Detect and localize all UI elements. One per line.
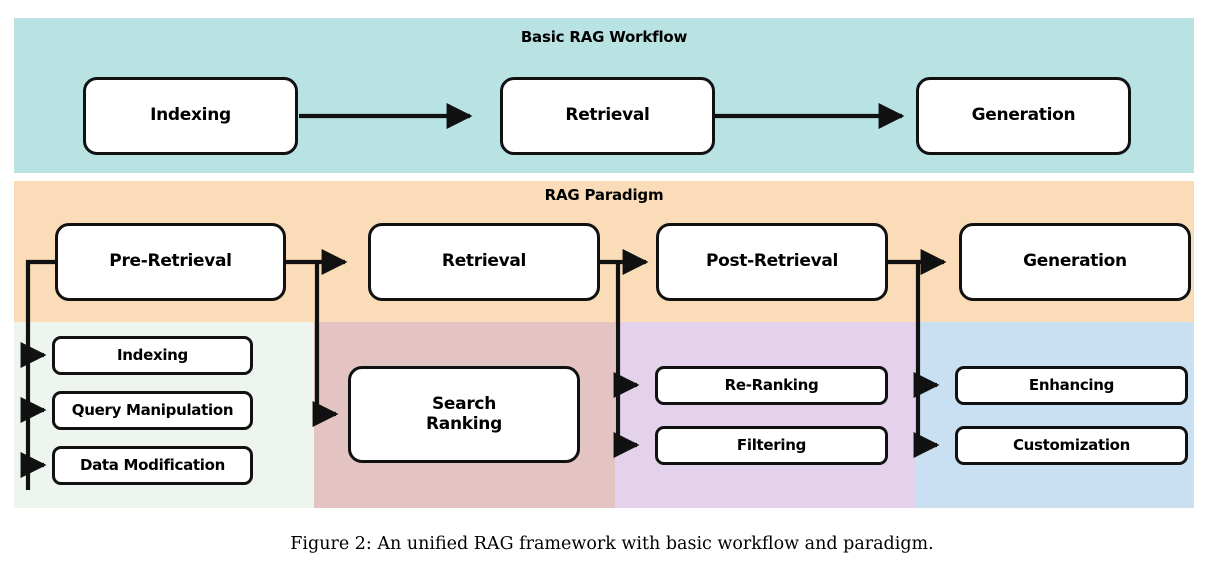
node-re-ranking[interactable]: Re-Ranking [655, 366, 888, 405]
node-customization[interactable]: Customization [955, 426, 1188, 465]
section-title-rag-paradigm: RAG Paradigm [544, 186, 664, 204]
node-filtering[interactable]: Filtering [655, 426, 888, 465]
node-search-ranking[interactable]: Search Ranking [348, 366, 580, 463]
node-retrieval[interactable]: Retrieval [368, 223, 600, 301]
node-query-manipulation[interactable]: Query Manipulation [52, 391, 253, 430]
node-enhancing[interactable]: Enhancing [955, 366, 1188, 405]
lane-post-retrieval [615, 322, 915, 508]
node-pre-retrieval[interactable]: Pre-Retrieval [55, 223, 286, 301]
section-title-basic-rag-workflow: Basic RAG Workflow [520, 28, 688, 46]
node-indexing[interactable]: Indexing [52, 336, 253, 375]
figure-canvas: Basic RAG Workflow RAG Paradigm Indexing… [0, 0, 1224, 567]
figure-caption: Figure 2: An unified RAG framework with … [290, 534, 934, 554]
lane-generation [915, 322, 1194, 508]
node-generation[interactable]: Generation [959, 223, 1191, 301]
node-wf-indexing[interactable]: Indexing [83, 77, 298, 155]
node-wf-retrieval[interactable]: Retrieval [500, 77, 715, 155]
node-post-retrieval[interactable]: Post-Retrieval [656, 223, 888, 301]
node-wf-generation[interactable]: Generation [916, 77, 1131, 155]
node-data-modification[interactable]: Data Modification [52, 446, 253, 485]
